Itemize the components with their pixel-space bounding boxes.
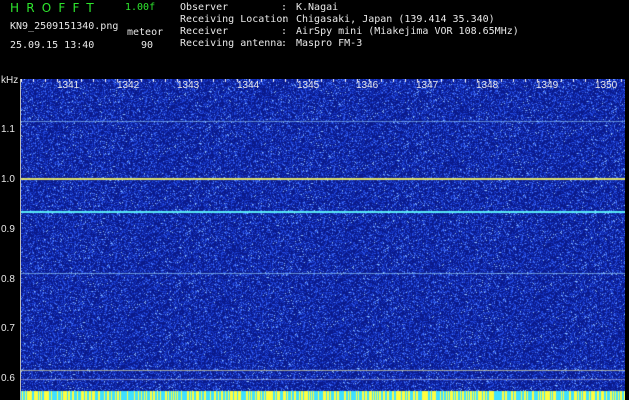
x-tick-1350: 1350 [595,80,618,91]
receiver-value: AirSpy mini (Miakejima VOR 108.65MHz) [296,26,519,37]
observer-label: Observer [180,2,229,13]
spectrogram-plot [20,79,625,400]
x-tick-1349: 1349 [536,80,559,91]
observer-value: K.Nagai [296,2,339,13]
antenna-value: Maspro FM-3 [296,38,363,49]
x-tick-1345: 1345 [297,80,320,91]
image-filename: KN9_2509151340.png [10,21,119,32]
meteor-count-value: 90 [141,40,154,51]
x-tick-1344: 1344 [237,80,260,91]
meteor-count-label: meteor [127,27,164,38]
spectrogram-canvas [21,79,625,400]
x-tick-1341: 1341 [57,80,80,91]
header-panel: HROFFT 1.00f KN9_2509151340.png 25.09.15… [0,0,629,75]
location-label: Receiving Location [180,14,289,25]
antenna-colon: : [281,38,288,49]
location-value: Chigasaki, Japan (139.414 35.340) [296,14,495,25]
antenna-label: Receiving antenna [180,38,283,49]
x-tick-1342: 1342 [117,80,140,91]
observer-colon: : [281,2,288,13]
y-tick-1-0: 1.0 [1,174,15,185]
x-tick-1346: 1346 [356,80,379,91]
y-tick-1-1: 1.1 [1,124,15,135]
x-tick-1347: 1347 [416,80,439,91]
x-tick-1348: 1348 [476,80,499,91]
y-tick-0-6: 0.6 [1,373,15,384]
y-tick-0-7: 0.7 [1,323,15,334]
x-tick-1343: 1343 [177,80,200,91]
receiver-label: Receiver [180,26,229,37]
location-colon: : [281,14,288,25]
y-axis-unit: kHz [1,75,19,86]
app-title: HROFFT [10,1,101,15]
app-version: 1.00f [125,2,156,13]
y-tick-0-8: 0.8 [1,274,15,285]
y-tick-0-9: 0.9 [1,224,15,235]
receiver-colon: : [281,26,288,37]
observation-datetime: 25.09.15 13:40 [10,40,95,51]
